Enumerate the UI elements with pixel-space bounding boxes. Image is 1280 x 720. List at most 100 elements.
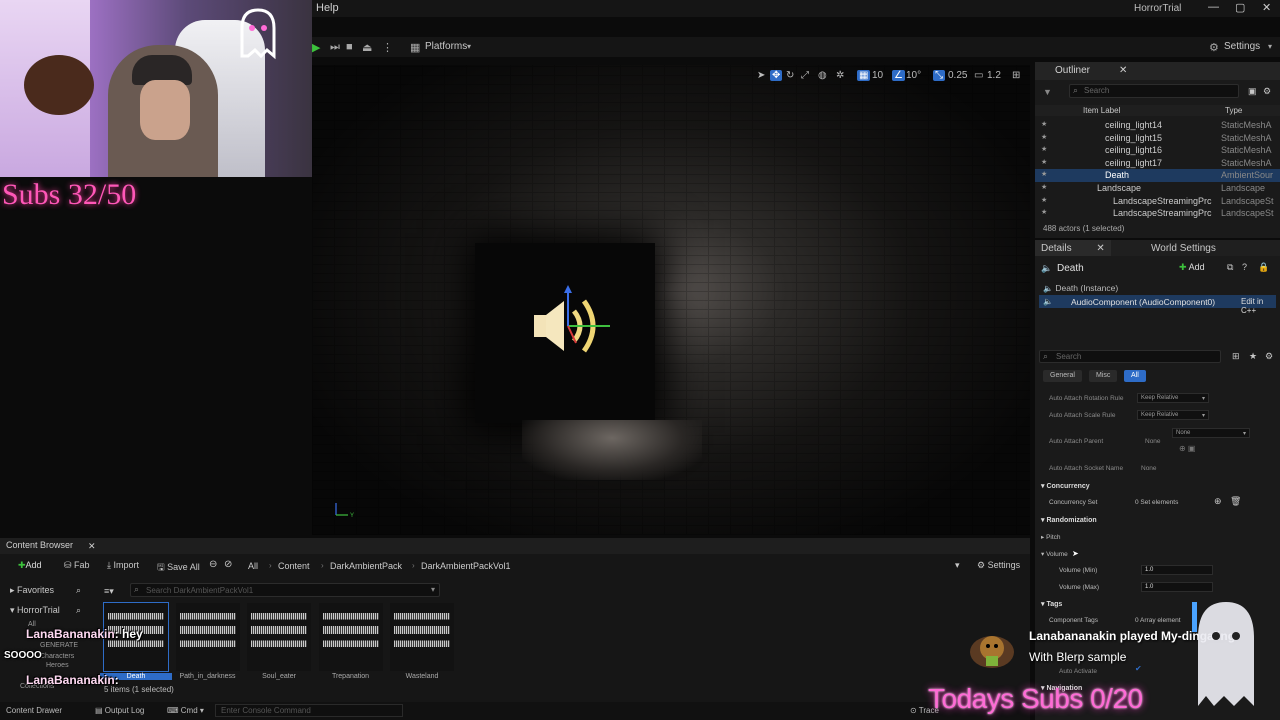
star-icon[interactable]: ★ [1041,133,1047,141]
section-pitch[interactable]: ▸ Pitch [1041,533,1061,541]
section-randomization[interactable]: ▾ Randomization [1041,516,1097,524]
asset-tile[interactable] [318,603,383,671]
column-item-label[interactable]: Item Label [1083,106,1120,115]
star-icon[interactable]: ★ [1041,170,1047,178]
grid-snap-icon[interactable]: ▦ [857,70,871,81]
maximize-button[interactable]: ▢ [1235,1,1245,14]
asset-tile[interactable] [390,603,454,671]
history-forward-icon[interactable]: ⊘ [224,559,232,570]
star-icon[interactable]: ★ [1041,196,1047,204]
blueprint-icon[interactable]: ⧉ [1227,262,1233,273]
filter-all[interactable]: All [1124,370,1146,382]
tab-content-browser[interactable]: Content Browser [6,540,73,550]
content-drawer-button[interactable]: Content Drawer [6,706,62,715]
actor-name[interactable]: Death [1057,263,1084,274]
favorites-section[interactable]: ▸ Favorites [10,585,54,596]
close-icon[interactable]: ✕ [88,541,96,552]
camera-speed-icon[interactable]: ▭ [974,70,983,81]
breadcrumb-item[interactable]: Content [278,561,310,571]
gear-icon[interactable]: ⚙ [1265,351,1273,362]
grid-view-icon[interactable]: ⊞ [1232,351,1240,362]
history-back-icon[interactable]: ⊖ [209,559,217,570]
ambient-sound-icon[interactable] [530,285,620,365]
filter-misc[interactable]: Misc [1089,370,1118,382]
filter-icon[interactable]: ≡▾ [104,586,114,597]
move-tool-icon[interactable]: ✥ [770,70,783,81]
parent-dropdown[interactable]: None ▾ [1172,428,1250,438]
breadcrumb-item[interactable]: DarkAmbientPackVol1 [421,561,511,571]
fab-button[interactable]: ⛁ Fab [64,560,90,571]
settings-button[interactable]: ⚙ Settings [977,560,1020,571]
outliner-row[interactable]: ★ ceiling_light17 StaticMeshA [1035,157,1280,170]
eject-icon[interactable]: ⏏ [362,41,372,54]
outliner-row[interactable]: ★ LandscapeStreamingPrc LandscapeSt [1035,207,1280,220]
star-icon[interactable]: ★ [1249,351,1257,362]
asset-label[interactable]: Trepanation [315,673,387,680]
component-row[interactable]: 🔈 AudioComponent (AudioComponent0) Edit … [1039,295,1276,315]
outliner-row[interactable]: ★ ceiling_light14 StaticMeshA [1035,119,1280,132]
browse-icon[interactable]: ⊕ ▣ [1179,444,1195,453]
asset-search-input[interactable]: ⌕ Search DarkAmbientPackVol1 ▾ [130,583,440,597]
column-type[interactable]: Type [1225,106,1242,115]
edit-cpp-link[interactable]: Edit in C++ [1241,297,1276,315]
star-icon[interactable]: ★ [1041,208,1047,216]
outliner-row[interactable]: ★ LandscapeStreamingPrc LandscapeSt [1035,195,1280,208]
outliner-search-input[interactable]: ⌕ Search [1069,84,1239,98]
step-icon[interactable]: ⏭ [330,41,340,54]
prop-value[interactable]: None [1141,465,1157,472]
minimize-button[interactable]: — [1208,1,1219,13]
select-tool-icon[interactable]: ➤ [757,70,765,81]
tab-world-settings[interactable]: World Settings [1145,240,1222,256]
settings-button[interactable]: Settings [1224,41,1260,52]
rotate-tool-icon[interactable]: ↻ [786,70,794,81]
chevron-down-icon[interactable]: ▾ [1268,42,1272,51]
trash-icon[interactable]: 🗑 [1230,496,1241,507]
asset-label[interactable]: Soul_eater [243,673,315,680]
volume-min-input[interactable]: 1.0 [1141,565,1213,575]
world-space-icon[interactable]: ◍ [818,70,827,81]
add-element-icon[interactable]: ⊕ [1214,496,1222,507]
rotation-rule-dropdown[interactable]: Keep Relative ▾ [1137,393,1209,403]
scale-snap-icon[interactable]: ⤡ [933,70,945,81]
scale-snap-value[interactable]: 0.25 [948,70,967,81]
project-section[interactable]: ▾ HorrorTrial [10,605,60,616]
star-icon[interactable]: ★ [1041,145,1047,153]
lock-icon[interactable]: 🔒 [1258,262,1269,273]
console-input[interactable]: Enter Console Command [215,704,403,717]
surface-snap-icon[interactable]: ✲ [836,70,844,81]
outliner-row[interactable]: ★ Death AmbientSour [1035,169,1280,182]
section-volume[interactable]: ▾ Volume [1041,550,1068,558]
chevron-down-icon[interactable]: ▾ [431,585,435,594]
tab-details[interactable]: Details ✕ [1035,240,1111,256]
star-icon[interactable]: ★ [1041,183,1047,191]
search-icon[interactable]: ⌕ [76,605,81,616]
rotation-snap-value[interactable]: 10° [906,70,921,81]
outliner-row[interactable]: ★ Landscape Landscape [1035,182,1280,195]
platforms-button[interactable]: Platforms [425,41,467,52]
scale-rule-dropdown[interactable]: Keep Relative ▾ [1137,410,1209,420]
breadcrumb-item[interactable]: DarkAmbientPack [330,561,402,571]
save-all-button[interactable]: 🖫 Save All [157,560,200,576]
chevron-down-icon[interactable]: ▾ [955,560,960,571]
checkbox-icon[interactable]: ✔ [1135,664,1142,673]
stop-icon[interactable]: ■ [346,41,353,53]
tree-item[interactable]: Heroes [46,662,69,669]
chevron-down-icon[interactable]: ▾ [467,42,471,51]
section-concurrency[interactable]: ▾ Concurrency [1041,482,1090,490]
instance-row[interactable]: 🔈 Death (Instance) [1043,283,1118,293]
add-folder-icon[interactable]: ▣ [1248,86,1257,97]
more-options-icon[interactable]: ⋮ [382,41,393,54]
grid-size[interactable]: 10 [872,70,883,81]
level-viewport[interactable]: ➤ ✥ ↻ ⤢ ◍ ✲ ▦ 10 ∠ 10° ⤡ 0.25 ▭ 1.2 ⊞ Y [312,65,1030,535]
outliner-row[interactable]: ★ ceiling_light16 StaticMeshA [1035,144,1280,157]
output-log-button[interactable]: ▤ Output Log [95,706,144,715]
rotation-snap-icon[interactable]: ∠ [892,70,905,81]
close-window-button[interactable]: ✕ [1262,1,1271,14]
close-icon[interactable]: ✕ [1119,65,1127,76]
volume-max-input[interactable]: 1.0 [1141,582,1213,592]
breadcrumb-item[interactable]: All [248,561,258,571]
import-button[interactable]: ⤓ Import [107,560,139,571]
asset-label[interactable]: Wasteland [386,673,458,680]
filter-icon[interactable]: ▼ [1043,87,1052,97]
tree-item[interactable]: GENERATE [40,642,78,649]
